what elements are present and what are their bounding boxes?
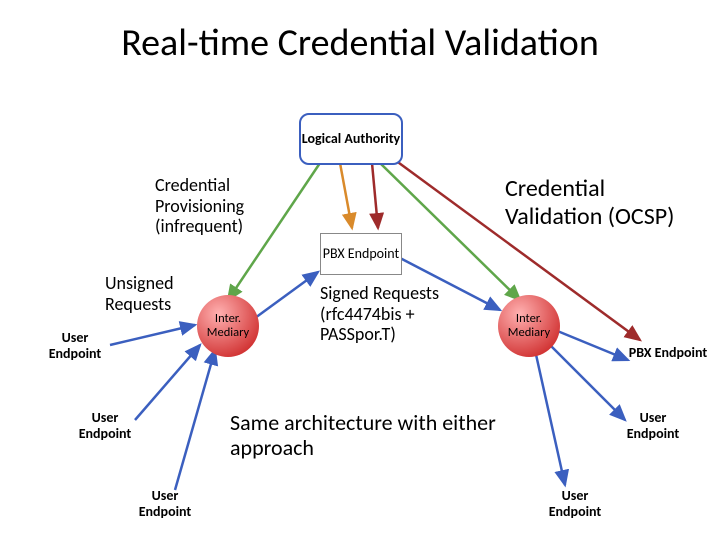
signed-requests-label: Signed Requests (rfc4474bis + PASSpor.T) (320, 283, 450, 345)
logical-authority-box: Logical Authority (299, 113, 403, 165)
user-endpoint-right-2: User Endpoint (540, 488, 610, 520)
intermediary-right: Inter. Mediary (498, 295, 560, 357)
slide-title: Real-time Credential Validation (0, 20, 720, 66)
user-endpoint-left-1: User Endpoint (40, 330, 110, 362)
user-endpoint-right-1: User Endpoint (618, 410, 688, 442)
same-architecture-caption: Same architecture with either approach (230, 410, 505, 461)
unsigned-requests-label: Unsigned Requests (105, 273, 200, 314)
pbx-endpoint-center: PBX Endpoint (320, 233, 402, 275)
user-endpoint-left-3: User Endpoint (130, 488, 200, 520)
pbx-endpoint-right: PBX Endpoint (628, 345, 708, 361)
user-endpoint-left-2: User Endpoint (70, 410, 140, 442)
credential-provisioning-label: Credential Provisioning (infrequent) (155, 175, 295, 237)
intermediary-left: Inter. Mediary (197, 295, 259, 357)
credential-validation-label: Credential Validation (OCSP) (505, 175, 685, 230)
